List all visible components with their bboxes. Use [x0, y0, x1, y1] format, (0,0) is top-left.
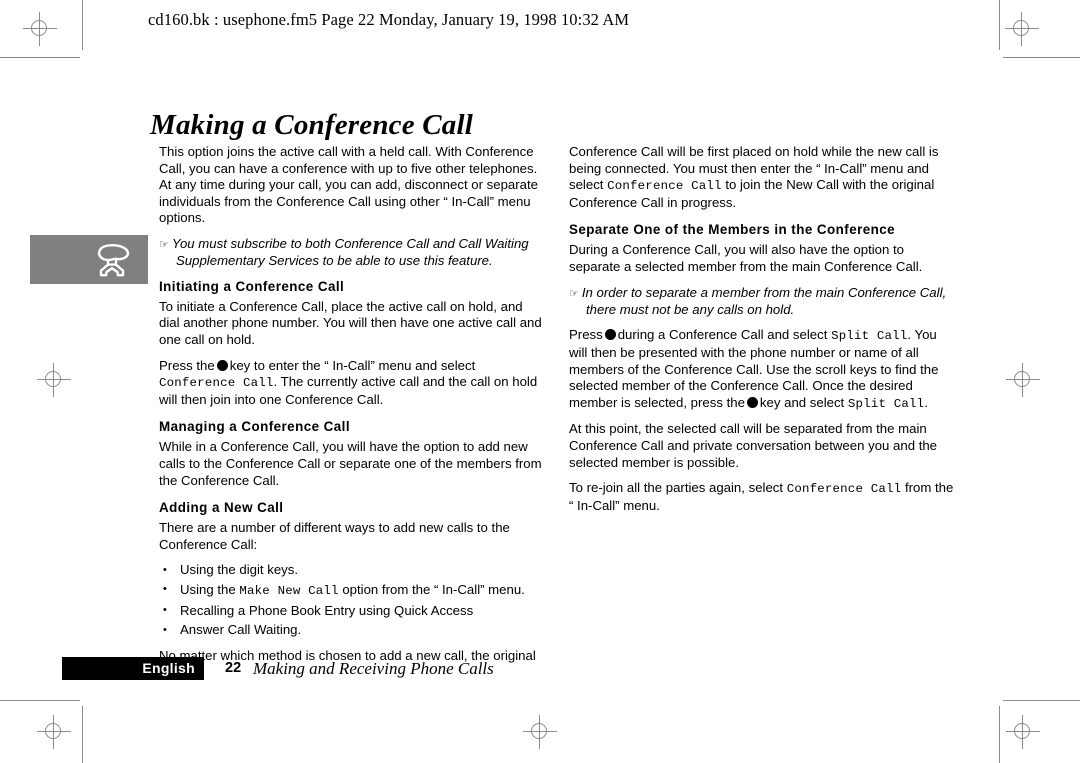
list-item: Recalling a Phone Book Entry using Quick… — [159, 602, 545, 620]
press-key-paragraph: Press the key to enter the “ In-Call” men… — [159, 358, 545, 409]
split-p5: . — [924, 394, 928, 410]
heading-separate-one-of-the-members: Separate One of the Members in the Confe… — [569, 222, 896, 238]
split-p2: during a Conference Call and select — [617, 327, 828, 343]
managing-paragraph: While in a Conference Call, you will hav… — [159, 439, 542, 488]
heading-managing-a-conference-call: Managing a Conference Call — [159, 419, 351, 435]
telephone-handset-icon — [97, 243, 130, 277]
registration-mark-bottom-left — [37, 715, 71, 749]
footer-page-number: 22 — [225, 660, 242, 676]
footer-language-bar: English — [62, 657, 204, 680]
rejoin-paragraph: To re-join all the parties again, select… — [569, 480, 955, 514]
continued-paragraph: Conference Call will be first placed on … — [569, 144, 955, 211]
list-item: Using the Make New Call option from the … — [159, 581, 545, 600]
left-column: This option joins the active call with a… — [159, 144, 545, 664]
page-title: Making a Conference Call — [150, 109, 474, 142]
registration-mark-middle-left — [37, 363, 71, 397]
split-p4: key and select — [759, 394, 845, 410]
trim-rule-bottom-left-vertical — [82, 706, 83, 763]
note-no-calls-on-hold-text: In order to separate a member from the m… — [581, 284, 947, 317]
pointing-hand-icon: ☞ — [159, 238, 169, 251]
registration-mark-top-left — [23, 12, 57, 46]
list-item: Using the digit keys. — [159, 562, 545, 579]
initiating-paragraph: To initiate a Conference Call, place the… — [159, 298, 542, 347]
heading-initiating-a-conference-call: Initiating a Conference Call — [159, 278, 345, 294]
round-key-icon — [746, 396, 758, 408]
footer-section-title: Making and Receiving Phone Calls — [253, 659, 494, 678]
trim-rule-bottom-right-vertical — [999, 706, 1000, 763]
trim-rule-bottom-right-horizontal — [1003, 700, 1080, 701]
bullet-before: Using the — [180, 581, 236, 597]
note-subscribe: ☞ You must subscribe to both Conference C… — [159, 236, 545, 270]
trim-rule-bottom-left-horizontal — [0, 700, 80, 701]
bullet-after: option from the “ In-Call” menu. — [342, 581, 525, 597]
trim-rule-top-left-vertical — [82, 0, 83, 50]
intro-paragraph: This option joins the active call with a… — [159, 144, 538, 226]
menu-item-split-call: Split Call — [847, 396, 925, 411]
list-item: Answer Call Waiting. — [159, 622, 545, 639]
adding-paragraph: There are a number of different ways to … — [159, 520, 510, 552]
trim-rule-top-right-vertical — [999, 0, 1000, 50]
right-column: Conference Call will be first placed on … — [569, 144, 955, 523]
press-split-paragraph: Press during a Conference Call and select… — [569, 327, 955, 412]
rejoin-before: To re-join all the parties again, select — [569, 480, 784, 496]
trim-rule-top-left-horizontal — [0, 57, 80, 58]
note-subscribe-text: You must subscribe to both Conference Ca… — [171, 235, 529, 269]
running-header: cd160.bk : usephone.fm5 Page 22 Monday, … — [148, 10, 630, 29]
add-call-methods-list: Using the digit keys. Using the Make New… — [159, 562, 545, 638]
pointing-hand-icon: ☞ — [569, 287, 579, 300]
separate-paragraph: During a Conference Call, you will also … — [569, 242, 923, 274]
press-key-before: Press the — [159, 357, 215, 373]
heading-adding-a-new-call: Adding a New Call — [159, 500, 284, 516]
round-key-icon — [604, 329, 616, 341]
footer-language-label: English — [142, 660, 195, 676]
round-key-icon — [216, 359, 228, 371]
registration-mark-bottom-center — [523, 715, 557, 749]
menu-item-conference-call: Conference Call — [786, 482, 902, 497]
menu-item-conference-call: Conference Call — [607, 179, 722, 194]
menu-item-make-new-call: Make New Call — [239, 583, 339, 598]
registration-mark-top-right — [1005, 12, 1039, 46]
registration-mark-bottom-right — [1006, 715, 1040, 749]
press-key-after: key to enter the “ In-Call” menu and sel… — [229, 357, 476, 373]
registration-mark-middle-right — [1006, 363, 1040, 397]
menu-item-conference-call: Conference Call — [159, 376, 274, 391]
at-this-point-paragraph: At this point, the selected call will be… — [569, 421, 938, 470]
note-icon-box — [30, 235, 148, 284]
menu-item-split-call: Split Call — [831, 329, 908, 344]
note-no-calls-on-hold: ☞ In order to separate a member from the … — [569, 285, 955, 319]
trim-rule-top-right-horizontal — [1003, 57, 1080, 58]
split-p1: Press — [569, 327, 603, 343]
